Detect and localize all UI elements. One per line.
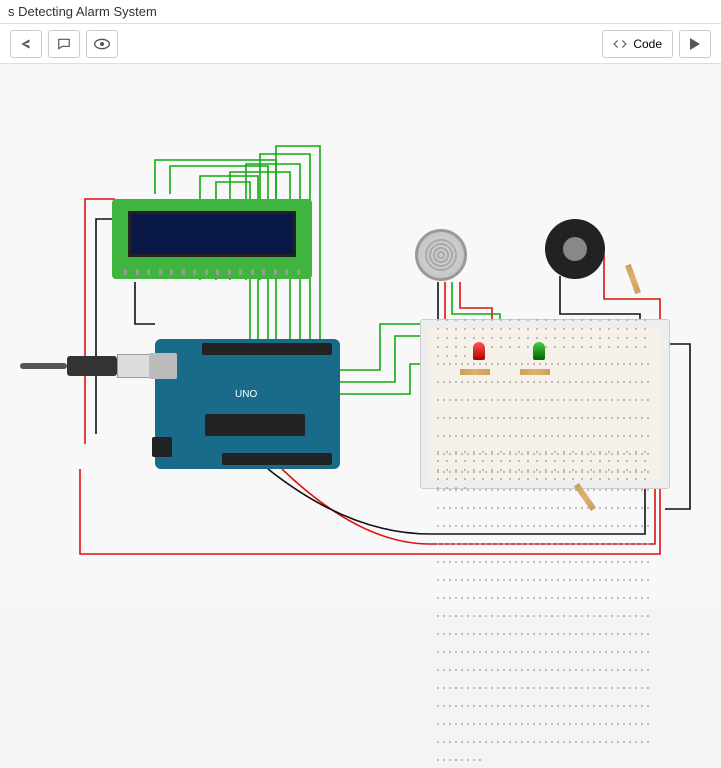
- project-title: s Detecting Alarm System: [8, 4, 157, 19]
- code-icon: [613, 38, 627, 50]
- lcd-pins: [124, 269, 300, 277]
- arduino-label: UNO: [235, 389, 257, 400]
- visibility-button[interactable]: [86, 30, 118, 58]
- breadboard-rail-top: [435, 330, 655, 346]
- arduino-digital-headers: [202, 343, 332, 355]
- resistor-2[interactable]: [520, 369, 550, 375]
- lcd-display[interactable]: [112, 199, 312, 279]
- arduino-chip: [205, 414, 305, 436]
- resistor-1[interactable]: [460, 369, 490, 375]
- circuit-canvas[interactable]: UNO: [0, 64, 721, 609]
- toolbar: Code: [0, 24, 721, 64]
- led-red[interactable]: [473, 342, 485, 360]
- share-button[interactable]: [10, 30, 42, 58]
- start-simulation-button[interactable]: [679, 30, 711, 58]
- code-label: Code: [633, 37, 662, 51]
- usb-body: [67, 356, 117, 376]
- led-green[interactable]: [533, 342, 545, 360]
- arduino-analog-headers: [222, 453, 332, 465]
- comments-button[interactable]: [48, 30, 80, 58]
- arduino-uno[interactable]: UNO: [155, 339, 340, 469]
- lcd-screen: [128, 211, 296, 257]
- breadboard-rail-bot: [435, 462, 655, 478]
- usb-cable[interactable]: [20, 354, 155, 378]
- breadboard[interactable]: [420, 319, 670, 489]
- arduino-power-jack: [152, 437, 172, 457]
- gas-sensor[interactable]: [415, 229, 467, 281]
- usb-wire: [20, 363, 67, 369]
- code-button[interactable]: Code: [602, 30, 673, 58]
- title-bar: s Detecting Alarm System: [0, 0, 721, 24]
- piezo-buzzer[interactable]: [545, 219, 605, 279]
- arduino-usb-port: [149, 353, 177, 379]
